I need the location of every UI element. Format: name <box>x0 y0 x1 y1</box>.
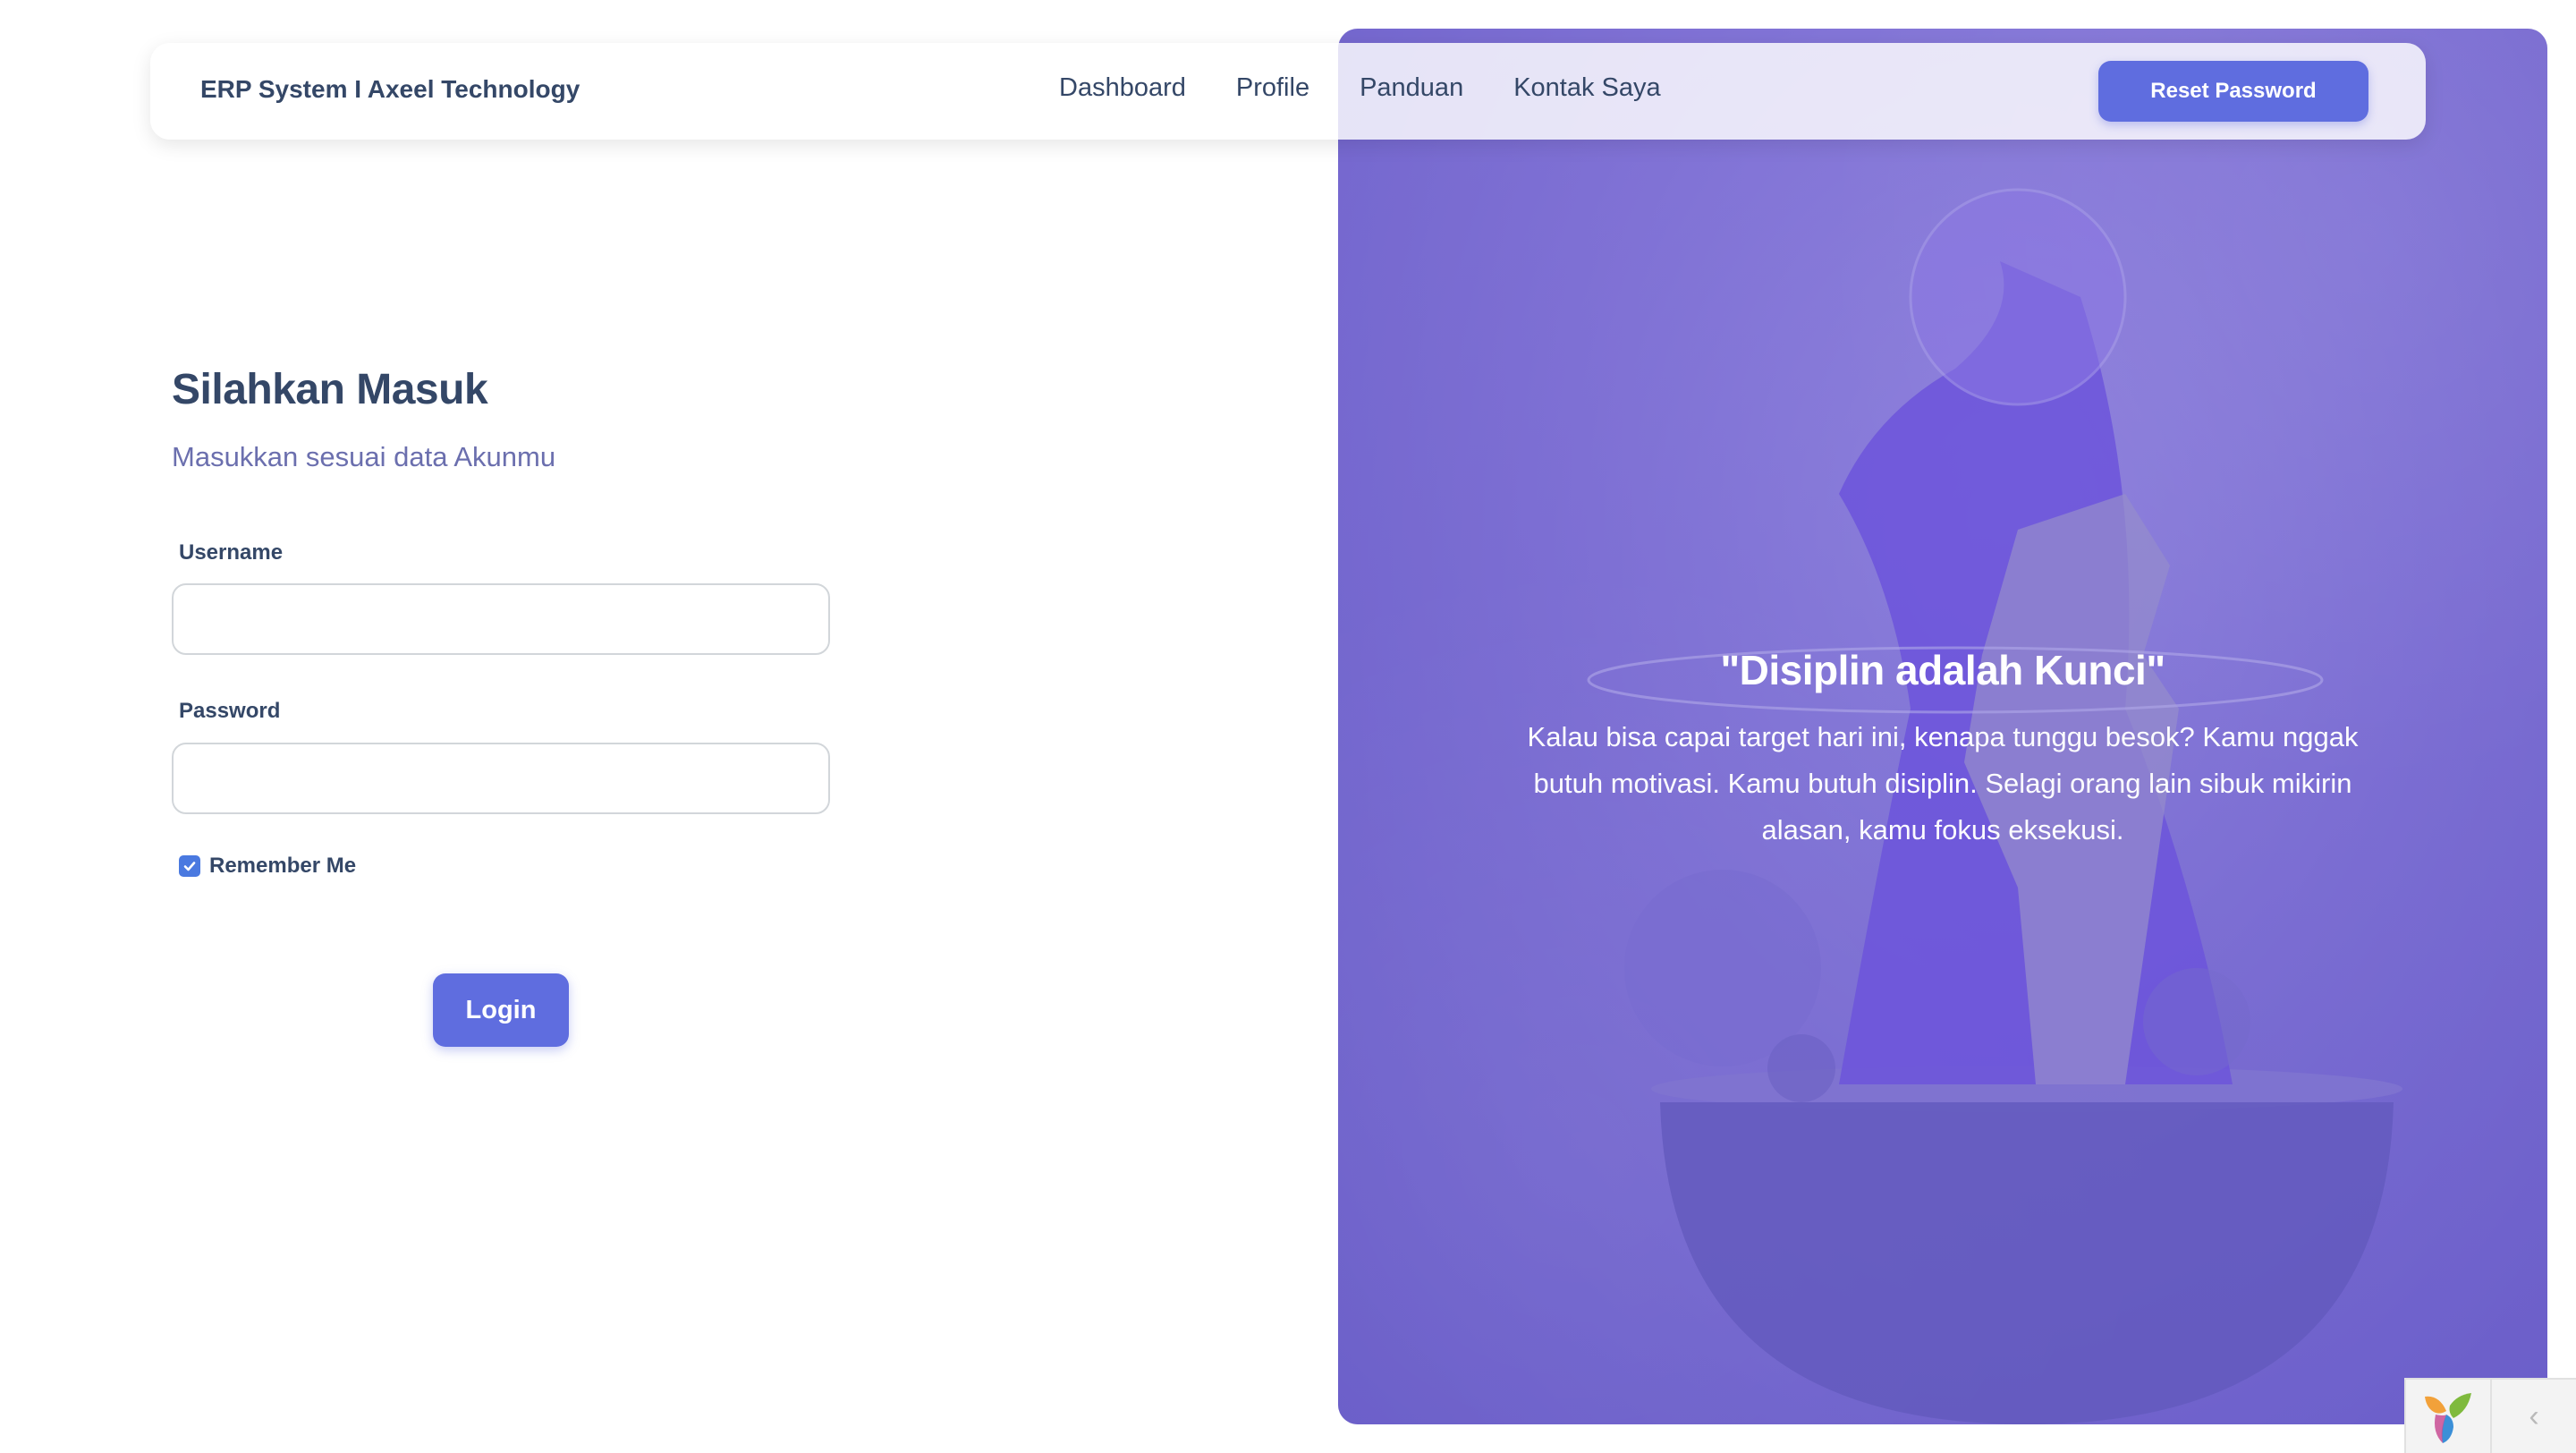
login-form: Silahkan Masuk Masukkan sesuai data Akun… <box>172 365 834 1047</box>
password-label: Password <box>179 699 281 723</box>
username-label: Username <box>179 540 284 565</box>
password-input[interactable] <box>172 743 830 814</box>
hero-panel: "Disiplin adalah Kunci" Kalau bisa capai… <box>1338 29 2547 1424</box>
top-navbar: ERP System I Axeel Technology Dashboard … <box>150 43 2426 140</box>
nav-link-dashboard[interactable]: Dashboard <box>1059 73 1186 103</box>
chevron-left-icon[interactable]: ‹ <box>2492 1380 2576 1453</box>
nav-link-kontak-saya[interactable]: Kontak Saya <box>1513 73 1660 103</box>
reset-password-button[interactable]: Reset Password <box>2098 61 2368 122</box>
yii-logo-icon[interactable] <box>2406 1380 2492 1453</box>
remember-checkbox[interactable] <box>179 855 200 877</box>
remember-me[interactable]: Remember Me <box>179 854 356 879</box>
quote-block: "Disiplin adalah Kunci" Kalau bisa capai… <box>1499 646 2386 854</box>
nav-link-profile[interactable]: Profile <box>1236 73 1309 103</box>
page-title: Silahkan Masuk <box>172 366 488 413</box>
brand-title[interactable]: ERP System I Axeel Technology <box>200 75 580 104</box>
page-subtitle: Masukkan sesuai data Akunmu <box>172 441 556 472</box>
yii-logo-icon-graphic <box>2425 1393 2471 1443</box>
login-button[interactable]: Login <box>433 973 569 1047</box>
quote-text: Kalau bisa capai target hari ini, kenapa… <box>1527 721 2359 845</box>
nav-links: Dashboard Profile Panduan Kontak Saya <box>1059 73 1711 103</box>
username-input[interactable] <box>172 583 830 655</box>
quote-title: "Disiplin adalah Kunci" <box>1720 647 2165 693</box>
nav-link-panduan[interactable]: Panduan <box>1360 73 1463 103</box>
debug-toolbar: ‹ <box>2404 1378 2576 1453</box>
checkmark-icon <box>183 862 196 871</box>
remember-label: Remember Me <box>209 854 357 878</box>
